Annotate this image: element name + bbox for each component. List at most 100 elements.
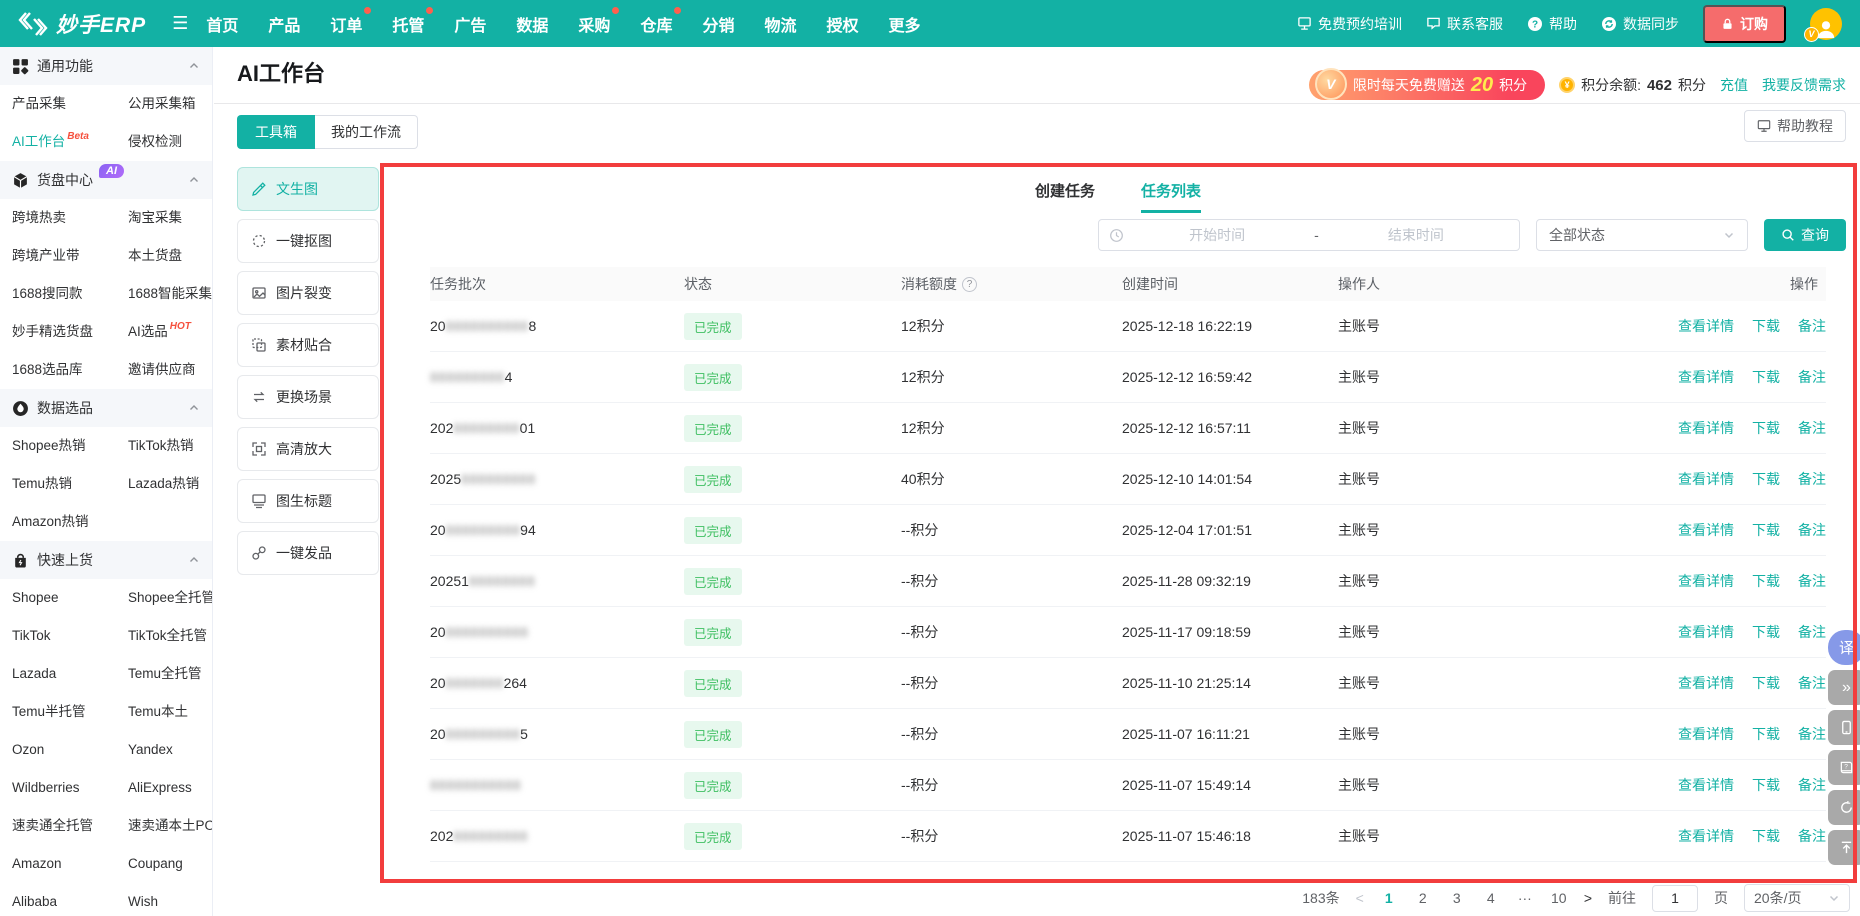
page-button-10[interactable]: 10 <box>1550 890 1568 906</box>
tab-my-workflow[interactable]: 我的工作流 <box>315 115 418 149</box>
action-查看详情[interactable]: 查看详情 <box>1678 724 1734 744</box>
action-查看详情[interactable]: 查看详情 <box>1678 469 1734 489</box>
sidebar-item-Alibaba[interactable]: Alibaba <box>12 883 128 916</box>
page-button-1[interactable]: 1 <box>1380 890 1398 906</box>
next-page-button[interactable]: > <box>1584 890 1592 906</box>
action-备注[interactable]: 备注 <box>1798 469 1826 489</box>
action-备注[interactable]: 备注 <box>1798 622 1826 642</box>
refresh-button[interactable] <box>1828 790 1860 825</box>
sidebar-group-数据选品[interactable]: 数据选品 <box>0 389 212 427</box>
action-下载[interactable]: 下载 <box>1752 316 1780 336</box>
sidebar-item-Temu半托管[interactable]: Temu半托管 <box>12 693 128 731</box>
action-下载[interactable]: 下载 <box>1752 622 1780 642</box>
action-下载[interactable]: 下载 <box>1752 367 1780 387</box>
sidebar-item-AI选品[interactable]: AI选品HOT <box>128 313 212 351</box>
sidebar-item-TikTok全托管[interactable]: TikTok全托管 <box>128 617 212 655</box>
page-button-3[interactable]: 3 <box>1448 890 1466 906</box>
back-to-top-button[interactable] <box>1828 830 1860 865</box>
nav-item-采购[interactable]: 采购 <box>578 12 610 36</box>
tool-card-文生图[interactable]: 文生图 <box>237 167 379 211</box>
brand-logo[interactable]: 妙手ERP <box>18 9 146 39</box>
tool-card-更换场景[interactable]: 更换场景 <box>237 375 379 419</box>
tool-card-一键发品[interactable]: 一键发品 <box>237 531 379 575</box>
sidebar-item-1688搜同款[interactable]: 1688搜同款 <box>12 275 128 313</box>
promo-banner[interactable]: V 限时每天免费赠送 20 积分 <box>1309 70 1545 100</box>
tool-card-图片裂变[interactable]: 图片裂变 <box>237 271 379 315</box>
action-下载[interactable]: 下载 <box>1752 826 1780 846</box>
action-查看详情[interactable]: 查看详情 <box>1678 622 1734 642</box>
sidebar-item-Lazada热销[interactable]: Lazada热销 <box>128 465 212 503</box>
recharge-link[interactable]: 充值 <box>1720 75 1748 95</box>
action-备注[interactable]: 备注 <box>1798 724 1826 744</box>
action-查看详情[interactable]: 查看详情 <box>1678 571 1734 591</box>
action-查看详情[interactable]: 查看详情 <box>1678 673 1734 693</box>
sidebar-item-Wish[interactable]: Wish <box>128 883 212 916</box>
page-jump-input[interactable] <box>1652 885 1698 912</box>
sidebar-item-跨境产业带[interactable]: 跨境产业带 <box>12 237 128 275</box>
nav-item-更多[interactable]: 更多 <box>889 12 921 36</box>
sidebar-group-通用功能[interactable]: 通用功能 <box>0 47 212 85</box>
sidebar-item-Shopee[interactable]: Shopee <box>12 579 128 617</box>
sidebar-item-Lazada[interactable]: Lazada <box>12 655 128 693</box>
sidebar-item-Amazon热销[interactable]: Amazon热销 <box>12 503 128 541</box>
page-size-select[interactable]: 20条/页 <box>1744 884 1850 912</box>
data-sync-link[interactable]: 数据同步 <box>1601 14 1679 34</box>
menu-toggle-icon[interactable]: ☰ <box>172 13 188 34</box>
sidebar-item-TikTok热销[interactable]: TikTok热销 <box>128 427 212 465</box>
sidebar-item-Shopee热销[interactable]: Shopee热销 <box>12 427 128 465</box>
action-备注[interactable]: 备注 <box>1798 673 1826 693</box>
action-备注[interactable]: 备注 <box>1798 775 1826 795</box>
action-查看详情[interactable]: 查看详情 <box>1678 418 1734 438</box>
sidebar-group-货盘中心[interactable]: 货盘中心AI <box>0 161 212 199</box>
tab-create-task[interactable]: 创建任务 <box>1035 180 1095 213</box>
action-查看详情[interactable]: 查看详情 <box>1678 775 1734 795</box>
tool-card-一键抠图[interactable]: 一键抠图 <box>237 219 379 263</box>
sidebar-item-跨境热卖[interactable]: 跨境热卖 <box>12 199 128 237</box>
action-下载[interactable]: 下载 <box>1752 571 1780 591</box>
sidebar-item-TikTok[interactable]: TikTok <box>12 617 128 655</box>
action-下载[interactable]: 下载 <box>1752 520 1780 540</box>
nav-item-托管[interactable]: 托管 <box>392 12 424 36</box>
avatar[interactable]: V <box>1810 8 1842 40</box>
sidebar-item-Amazon[interactable]: Amazon <box>12 845 128 883</box>
help-tutorial-button[interactable]: 帮助教程 <box>1744 110 1846 142</box>
sidebar-item-邀请供应商[interactable]: 邀请供应商 <box>128 351 212 389</box>
subscribe-button[interactable]: 订购 <box>1703 5 1786 43</box>
sidebar-item-产品采集[interactable]: 产品采集 <box>12 85 128 123</box>
sidebar-item-Temu全托管[interactable]: Temu全托管 <box>128 655 212 693</box>
nav-item-订单[interactable]: 订单 <box>330 12 362 36</box>
nav-item-产品[interactable]: 产品 <box>268 12 300 36</box>
sidebar-item-Ozon[interactable]: Ozon <box>12 731 128 769</box>
help-link[interactable]: ? 帮助 <box>1527 14 1577 34</box>
contact-support-link[interactable]: 联系客服 <box>1426 14 1503 34</box>
action-下载[interactable]: 下载 <box>1752 775 1780 795</box>
sidebar-item-速卖通本土POP[interactable]: 速卖通本土POP <box>128 807 212 845</box>
feedback-link[interactable]: 我要反馈需求 <box>1762 75 1846 95</box>
sidebar-item-淘宝采集[interactable]: 淘宝采集 <box>128 199 212 237</box>
mobile-preview-button[interactable] <box>1828 710 1860 745</box>
search-button[interactable]: 查询 <box>1764 219 1846 251</box>
action-备注[interactable]: 备注 <box>1798 571 1826 591</box>
sidebar-item-本土货盘[interactable]: 本土货盘 <box>128 237 212 275</box>
sidebar-item-Yandex[interactable]: Yandex <box>128 731 212 769</box>
action-查看详情[interactable]: 查看详情 <box>1678 367 1734 387</box>
sidebar-item-Wildberries[interactable]: Wildberries <box>12 769 128 807</box>
tab-toolbox[interactable]: 工具箱 <box>237 115 315 149</box>
action-备注[interactable]: 备注 <box>1798 316 1826 336</box>
nav-item-仓库[interactable]: 仓库 <box>640 12 672 36</box>
credits-help-icon[interactable]: ? <box>962 277 977 292</box>
nav-item-物流[interactable]: 物流 <box>764 12 796 36</box>
tool-card-图生标题[interactable]: 图生标题 <box>237 479 379 523</box>
sidebar-group-快速上货[interactable]: 快速上货 <box>0 541 212 579</box>
page-button-2[interactable]: 2 <box>1414 890 1432 906</box>
action-查看详情[interactable]: 查看详情 <box>1678 520 1734 540</box>
sidebar-item-Temu热销[interactable]: Temu热销 <box>12 465 128 503</box>
sidebar-item-Temu本土[interactable]: Temu本土 <box>128 693 212 731</box>
action-备注[interactable]: 备注 <box>1798 826 1826 846</box>
action-下载[interactable]: 下载 <box>1752 724 1780 744</box>
sidebar-item-公用采集箱[interactable]: 公用采集箱 <box>128 85 212 123</box>
prev-page-button[interactable]: < <box>1356 890 1364 906</box>
tab-task-list[interactable]: 任务列表 <box>1141 180 1201 213</box>
sidebar-item-侵权检测[interactable]: 侵权检测 <box>128 123 212 161</box>
action-下载[interactable]: 下载 <box>1752 418 1780 438</box>
